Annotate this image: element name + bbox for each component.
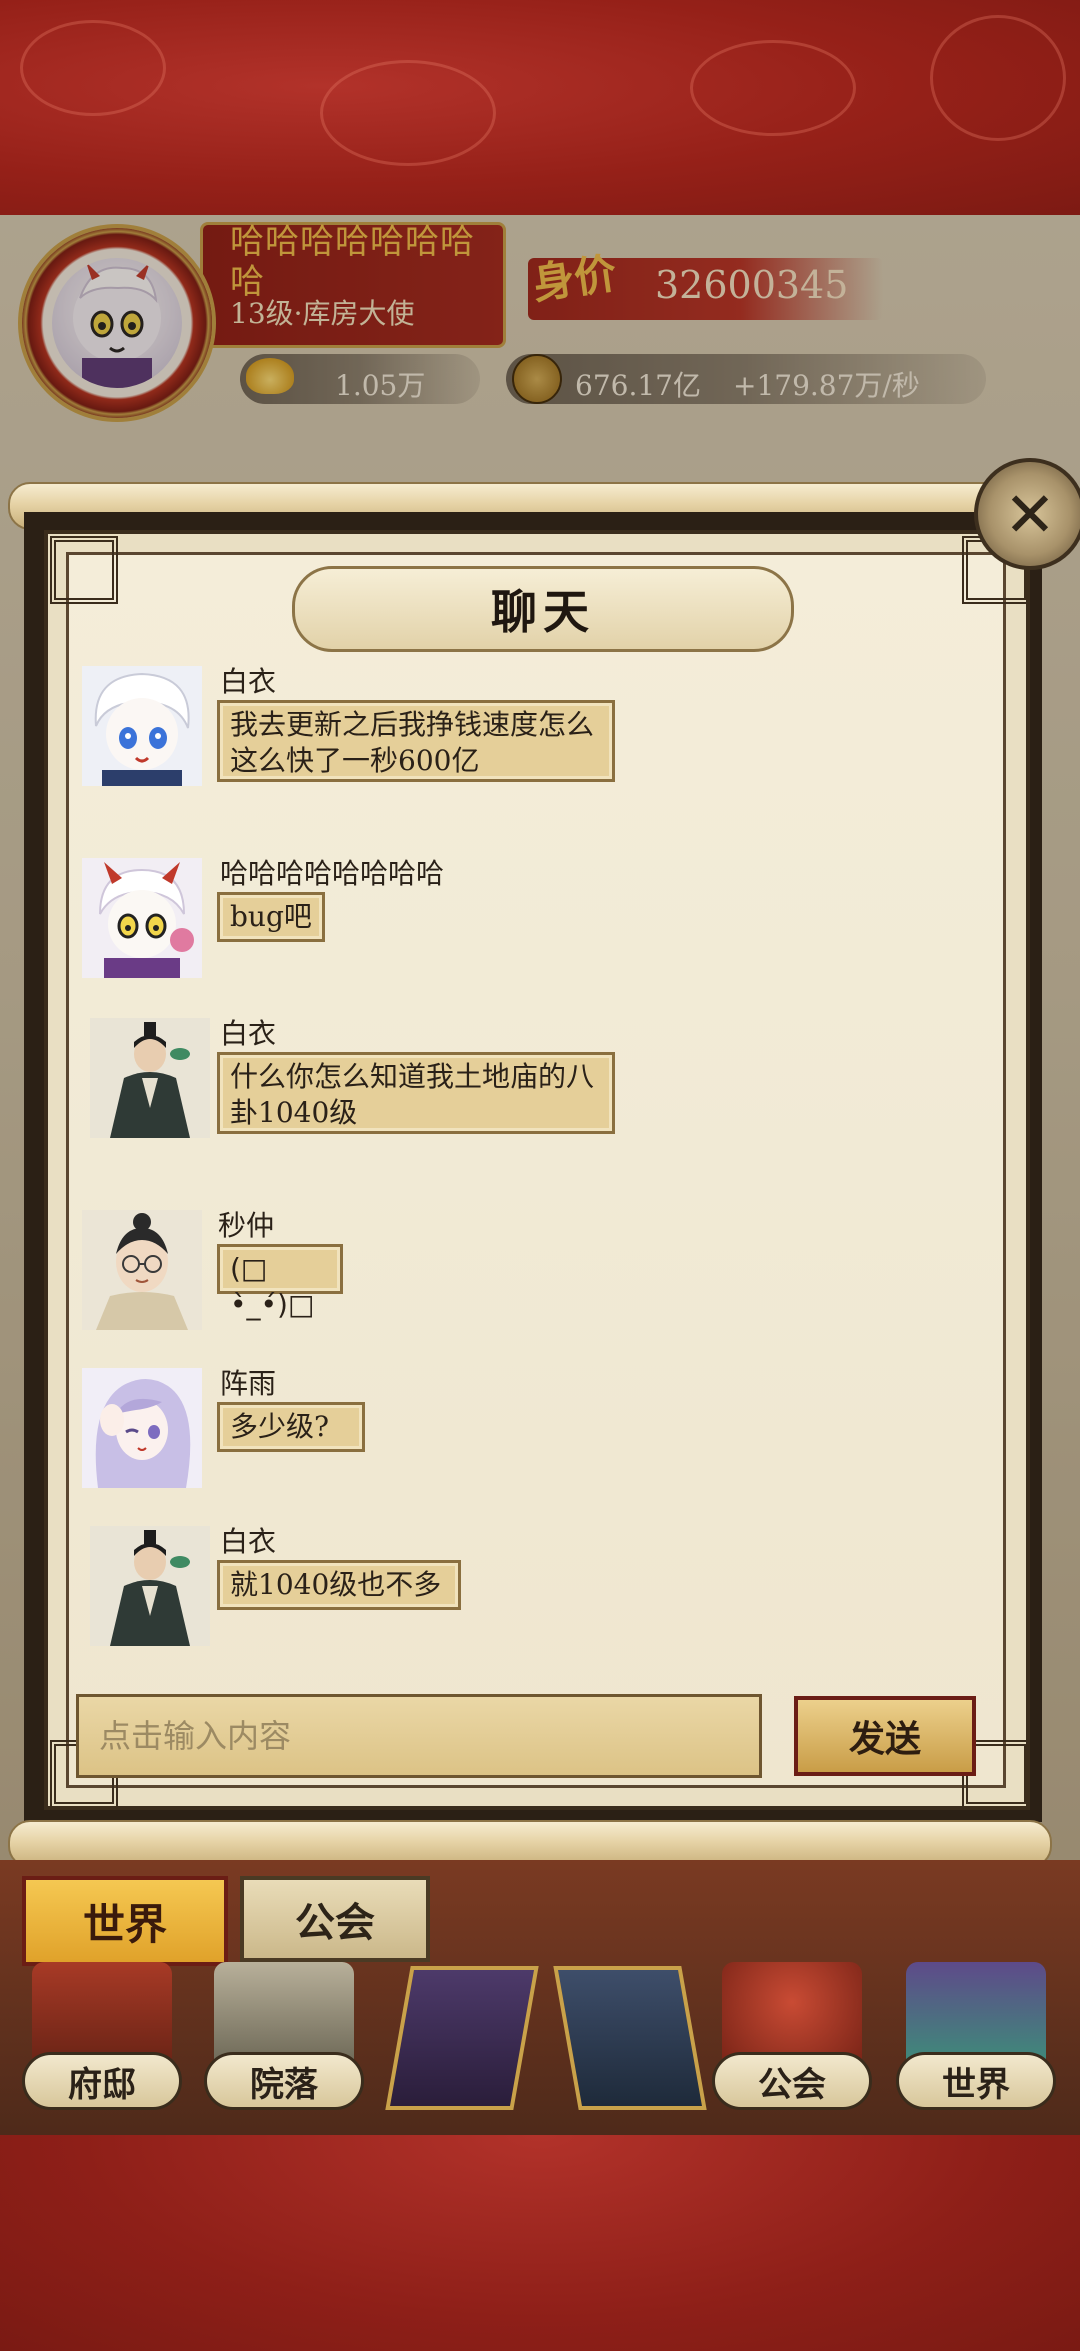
message-bubble: 多少级?: [217, 1402, 365, 1452]
chat-input-box[interactable]: [76, 1694, 762, 1778]
chat-input[interactable]: [97, 1716, 741, 1756]
message-sender: 哈哈哈哈哈哈哈哈: [220, 857, 445, 890]
nav-label: 公会: [712, 2052, 872, 2110]
chat-title-banner: 聊天: [292, 566, 794, 652]
anime-white-hair-avatar-icon: [82, 666, 202, 786]
scholar-avatar-icon: [90, 1018, 210, 1138]
purple-hair-girl-avatar-icon: [82, 1368, 202, 1488]
message-avatar[interactable]: [90, 1018, 210, 1138]
nav-item-mansion[interactable]: 府邸: [22, 1962, 182, 2112]
glasses-man-avatar-icon: [82, 1210, 202, 1330]
message-bubble: 什么你怎么知道我土地庙的八卦1040级: [217, 1052, 615, 1134]
nav-label: 世界: [896, 2052, 1056, 2110]
warrior-icon[interactable]: [553, 1966, 707, 2110]
tab-guild[interactable]: 公会: [240, 1876, 430, 1962]
message-bubble: bug吧: [217, 892, 325, 942]
scholar-avatar-icon: [90, 1526, 210, 1646]
message-bubble: 就1040级也不多: [217, 1560, 461, 1610]
message-avatar[interactable]: [82, 1210, 202, 1330]
courtyard-icon: [214, 1962, 354, 2062]
message-avatar[interactable]: [82, 858, 202, 978]
message-sender: 秒仲: [218, 1209, 275, 1242]
guild-hall-icon: [722, 1962, 862, 2062]
message-bubble: 我去更新之后我挣钱速度怎么这么快了一秒600亿: [217, 700, 615, 782]
nav-label: 府邸: [22, 2052, 182, 2110]
world-landscape-icon: [906, 1962, 1046, 2062]
message-avatar[interactable]: [82, 1368, 202, 1488]
chat-title: 聊天: [491, 585, 595, 639]
nav-item-courtyard[interactable]: 院落: [204, 1962, 364, 2112]
nav-item-world[interactable]: 世界: [896, 1962, 1056, 2112]
message-bubble: (□ •̀_•́)□: [217, 1244, 343, 1321]
nav-item-guild[interactable]: 公会: [712, 1962, 872, 2112]
mansion-icon: [32, 1962, 172, 2062]
nav-label: 院落: [204, 2052, 364, 2110]
close-icon[interactable]: ✕: [974, 458, 1080, 570]
message-avatar[interactable]: [82, 666, 202, 786]
message-sender: 白衣: [220, 1017, 277, 1050]
message-avatar[interactable]: [90, 1526, 210, 1646]
top-decor-band: [0, 0, 1080, 215]
message-sender: 白衣: [220, 1525, 277, 1558]
anime-horned-avatar-icon: [82, 858, 202, 978]
message-sender: 白衣: [220, 665, 277, 698]
corner-ornament: [50, 536, 118, 604]
send-button[interactable]: 发送: [794, 1696, 976, 1776]
tab-world[interactable]: 世界: [22, 1876, 228, 1966]
bottom-decor-band: [0, 2135, 1080, 2351]
treasure-icon[interactable]: [385, 1966, 539, 2110]
message-sender: 阵雨: [220, 1367, 277, 1400]
